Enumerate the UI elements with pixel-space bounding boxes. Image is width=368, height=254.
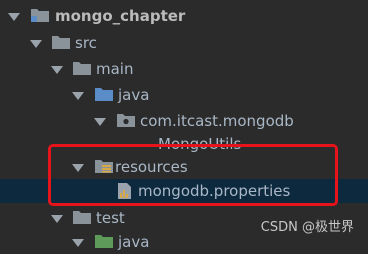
tree-row-src[interactable]: src [0,31,368,55]
tree-row-java[interactable]: java [0,83,368,107]
expand-arrow-icon[interactable] [8,13,20,21]
folder-icon [72,60,92,80]
watermark: CSDN @极世界 [260,220,354,235]
tree-label-package: com.itcast.mongodb [140,112,294,130]
tree-label-main: main [96,60,134,78]
source-folder-icon [94,86,114,106]
expand-arrow-icon[interactable] [72,239,84,247]
tree-label-test: test [96,209,125,227]
project-tree: mongo_chapter src main java com.itcast.m… [0,0,368,251]
tree-label-root: mongo_chapter [55,7,186,25]
expand-arrow-icon[interactable] [51,66,63,74]
folder-icon [72,209,92,229]
tree-row-main[interactable]: main [0,57,368,81]
folder-icon [51,34,71,54]
package-icon [116,112,136,132]
tree-label-src: src [75,34,97,52]
expand-arrow-icon[interactable] [72,92,84,100]
expand-arrow-icon[interactable] [94,118,106,126]
tree-label-test-java: java [118,233,150,251]
highlight-annotation [48,144,338,206]
tree-label-java: java [118,86,150,104]
test-source-folder-icon [94,233,114,253]
expand-arrow-icon[interactable] [30,40,42,48]
module-folder-icon [30,7,50,27]
expand-arrow-icon[interactable] [51,215,63,223]
tree-row-mongo-chapter[interactable]: mongo_chapter [0,4,368,28]
tree-row-package[interactable]: com.itcast.mongodb [0,109,368,133]
